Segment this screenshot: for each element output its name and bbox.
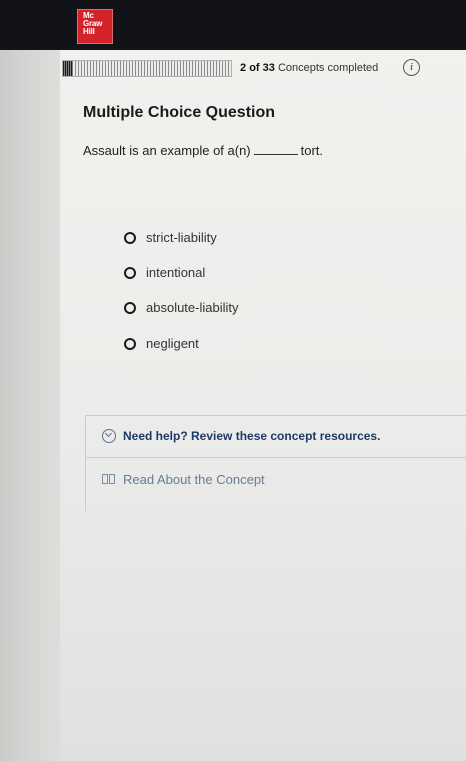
radio-button[interactable] [124,301,136,314]
read-about-concept-link[interactable]: Read About the Concept [101,472,265,487]
option-absolute-liability[interactable]: absolute-liability [124,300,239,315]
top-bar: Mc Graw Hill [0,0,466,50]
progress-bar [62,60,232,77]
progress-total: 33 [262,62,275,74]
option-label: intentional [146,265,206,280]
question-page: 2 of 33 Concepts completed i Multiple Ch… [60,50,466,761]
progress-of: of [249,62,260,74]
progress-completed: 2 [240,62,247,74]
question-heading: Multiple Choice Question [83,104,276,121]
info-icon[interactable]: i [403,59,420,76]
read-about-concept-label[interactable]: Read About the Concept [123,472,265,487]
progress-label: Concepts completed [277,62,379,74]
option-strict-liability[interactable]: strict-liability [124,230,217,245]
radio-button[interactable] [124,337,136,350]
option-label: strict-liability [146,230,217,245]
radio-button[interactable] [124,231,136,244]
option-intentional[interactable]: intentional [124,265,205,280]
option-negligent[interactable]: negligent [124,336,199,351]
help-toggle-label[interactable]: Need help? Review these concept resource… [123,429,380,443]
answer-blank [253,144,298,155]
chevron-down-icon[interactable] [102,429,116,443]
mcgraw-hill-logo: Mc Graw Hill [77,9,113,44]
option-label: absolute-liability [146,300,239,315]
help-resources-panel: Need help? Review these concept resource… [85,415,466,511]
progress-row: 2 of 33 Concepts completed i [62,58,458,80]
progress-bar-fill [63,61,74,76]
prompt-text-after: tort. [300,143,324,158]
question-prompt: Assault is an example of a(n) tort. [83,143,323,158]
progress-text: 2 of 33 Concepts completed [240,62,378,74]
help-toggle[interactable]: Need help? Review these concept resource… [86,416,466,458]
book-icon [101,473,117,486]
prompt-text-before: Assault is an example of a(n) [83,143,251,158]
logo-line-3: Hill [83,27,95,36]
option-label: negligent [146,336,199,351]
radio-button[interactable] [124,266,136,279]
left-margin [0,50,60,761]
